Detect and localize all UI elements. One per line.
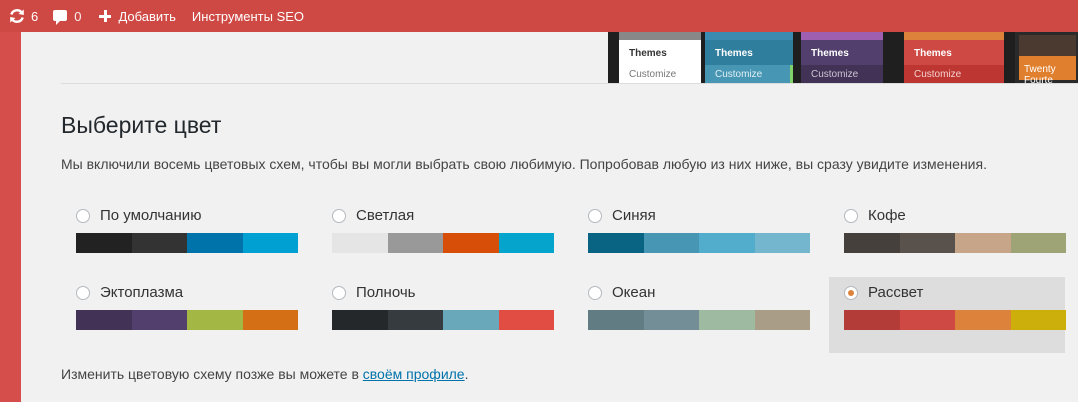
seo-tools-button[interactable]: Инструменты SEO: [192, 0, 304, 32]
color-swatch: [1010, 233, 1066, 253]
color-swatch: [643, 310, 699, 330]
color-swatch: [498, 310, 554, 330]
updates-count: 6: [31, 8, 39, 24]
updates-button[interactable]: 6: [9, 0, 38, 32]
color-swatch: [498, 233, 554, 253]
color-scheme-label: По умолчанию: [100, 207, 202, 224]
refresh-icon: [10, 9, 24, 23]
color-swatches: [844, 233, 1066, 253]
footer-prefix: Изменить цветовую схему позже вы можете …: [61, 366, 363, 382]
color-scheme-option[interactable]: Рассвет: [829, 277, 1066, 353]
color-scheme-radio[interactable]: [588, 285, 602, 300]
color-scheme-option[interactable]: Эктоплазма: [61, 277, 298, 353]
color-swatch: [955, 310, 1011, 330]
description-text: Мы включили восемь цветовых схем, чтобы …: [61, 156, 987, 172]
color-scheme-radio[interactable]: [76, 208, 90, 223]
color-scheme-label: Полночь: [356, 284, 416, 301]
page-title: Выберите цвет: [61, 112, 222, 138]
color-scheme-radio[interactable]: [844, 285, 858, 300]
add-new-label: Добавить: [118, 8, 176, 24]
color-swatches: [844, 310, 1066, 330]
scheme-previews: Themes Customize Themes Customize Themes…: [608, 32, 1078, 83]
color-scheme-label-row: Рассвет: [844, 284, 923, 301]
color-swatch: [76, 310, 132, 330]
color-swatches: [332, 310, 554, 330]
color-swatch: [1010, 310, 1066, 330]
preview-blue: Themes Customize: [705, 32, 793, 83]
color-scheme-option[interactable]: По умолчанию: [61, 200, 298, 276]
preview-light: Themes Customize: [619, 32, 701, 83]
color-swatch: [844, 310, 900, 330]
color-scheme-label: Океан: [612, 284, 656, 301]
color-scheme-radio[interactable]: [76, 285, 90, 300]
divider: [61, 83, 1078, 84]
plus-icon: [99, 10, 112, 22]
color-scheme-label: Светлая: [356, 207, 415, 224]
color-scheme-label: Синяя: [612, 207, 656, 224]
color-scheme-label: Рассвет: [868, 284, 924, 301]
color-swatch: [131, 310, 187, 330]
color-scheme-radio[interactable]: [844, 208, 858, 223]
footer-end: .: [464, 366, 469, 382]
comments-button[interactable]: 0: [53, 0, 81, 32]
color-scheme-label: Эктоплазма: [100, 284, 184, 301]
color-scheme-option[interactable]: Синяя: [573, 200, 810, 276]
color-scheme-option[interactable]: Океан: [573, 277, 810, 353]
color-swatch: [332, 310, 388, 330]
color-swatch: [643, 233, 699, 253]
color-swatch: [899, 310, 955, 330]
about-panel: Themes Customize Themes Customize Themes…: [21, 32, 1078, 402]
color-scheme-label-row: Светлая: [332, 207, 414, 224]
color-swatch: [387, 233, 443, 253]
color-swatches: [588, 310, 810, 330]
color-scheme-radio[interactable]: [588, 208, 602, 223]
color-scheme-label-row: Океан: [588, 284, 655, 301]
color-swatch: [955, 233, 1011, 253]
color-scheme-option[interactable]: Кофе: [829, 200, 1066, 276]
color-scheme-radio[interactable]: [332, 285, 346, 300]
color-swatch: [387, 310, 443, 330]
color-scheme-radio[interactable]: [332, 208, 346, 223]
color-swatch: [588, 310, 644, 330]
color-swatch: [443, 233, 499, 253]
add-new-button[interactable]: Добавить: [99, 0, 176, 32]
color-swatch: [187, 310, 243, 330]
color-swatch: [754, 310, 810, 330]
color-scheme-option[interactable]: Полночь: [317, 277, 554, 353]
color-swatch: [899, 233, 955, 253]
color-swatch: [754, 233, 810, 253]
color-scheme-label-row: Кофе: [844, 207, 906, 224]
color-swatches: [588, 233, 810, 253]
admin-bar: 6 0 Добавить Инструменты SEO: [0, 0, 1078, 32]
color-scheme-label-row: Эктоплазма: [76, 284, 183, 301]
color-swatches: [76, 310, 298, 330]
color-swatch: [187, 233, 243, 253]
color-scheme-label-row: Полночь: [332, 284, 415, 301]
color-scheme-option[interactable]: Светлая: [317, 200, 554, 276]
preview-ectoplasm: Themes Customize: [801, 32, 883, 83]
color-swatch: [699, 310, 755, 330]
color-scheme-label-row: Синяя: [588, 207, 656, 224]
color-swatches: [332, 233, 554, 253]
preview-sunrise: Themes Customize: [904, 32, 1004, 83]
color-swatch: [443, 310, 499, 330]
color-swatch: [242, 233, 298, 253]
color-scheme-label-row: По умолчанию: [76, 207, 201, 224]
comment-bubble-icon: [53, 9, 68, 25]
color-swatch: [76, 233, 132, 253]
color-swatch: [588, 233, 644, 253]
color-swatches: [76, 233, 298, 253]
comments-count: 0: [74, 8, 82, 24]
profile-link[interactable]: своём профиле: [363, 366, 465, 382]
seo-tools-label: Инструменты SEO: [191, 8, 305, 24]
preview-twenty-fourteen: Twenty Fourte: [1015, 32, 1078, 83]
color-swatch: [699, 233, 755, 253]
color-swatch: [131, 233, 187, 253]
color-swatch: [332, 233, 388, 253]
color-scheme-label: Кофе: [868, 207, 906, 224]
footer-text: Изменить цветовую схему позже вы можете …: [61, 366, 469, 382]
color-swatch: [844, 233, 900, 253]
color-swatch: [242, 310, 298, 330]
